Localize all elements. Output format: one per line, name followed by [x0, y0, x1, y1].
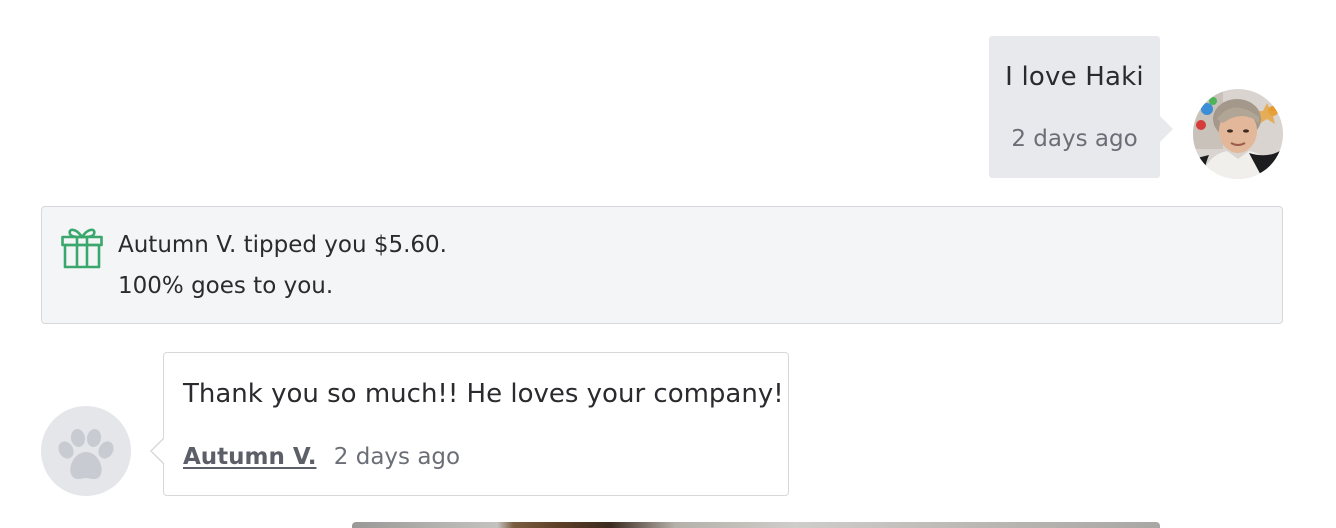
tip-amount-text: Autumn V. tipped you $5.60.: [118, 232, 447, 258]
outgoing-message-time: 2 days ago: [1011, 126, 1138, 152]
paw-icon: [58, 429, 114, 479]
incoming-message-meta: Autumn V. 2 days ago: [183, 442, 460, 472]
sender-name-link[interactable]: Autumn V.: [183, 444, 316, 470]
user-avatar-photo: [1193, 89, 1283, 179]
incoming-message-bubble: Thank you so much!! He loves your compan…: [150, 352, 789, 496]
incoming-message-text: Thank you so much!! He loves your compan…: [183, 379, 784, 409]
conversation-thread: I love Haki 2 days ago Autumn V. tipped …: [0, 0, 1336, 528]
sender-avatar[interactable]: [41, 406, 131, 496]
incoming-message-time: 2 days ago: [333, 444, 461, 470]
tip-share-text: 100% goes to you.: [118, 273, 334, 299]
user-avatar[interactable]: [1193, 89, 1283, 179]
outgoing-message-text: I love Haki: [1005, 62, 1144, 92]
tip-notification: Autumn V. tipped you $5.60. 100% goes to…: [41, 206, 1283, 324]
outgoing-message-bubble: I love Haki 2 days ago: [989, 36, 1173, 178]
gift-icon: [61, 228, 103, 269]
attached-photo[interactable]: [352, 522, 1160, 528]
